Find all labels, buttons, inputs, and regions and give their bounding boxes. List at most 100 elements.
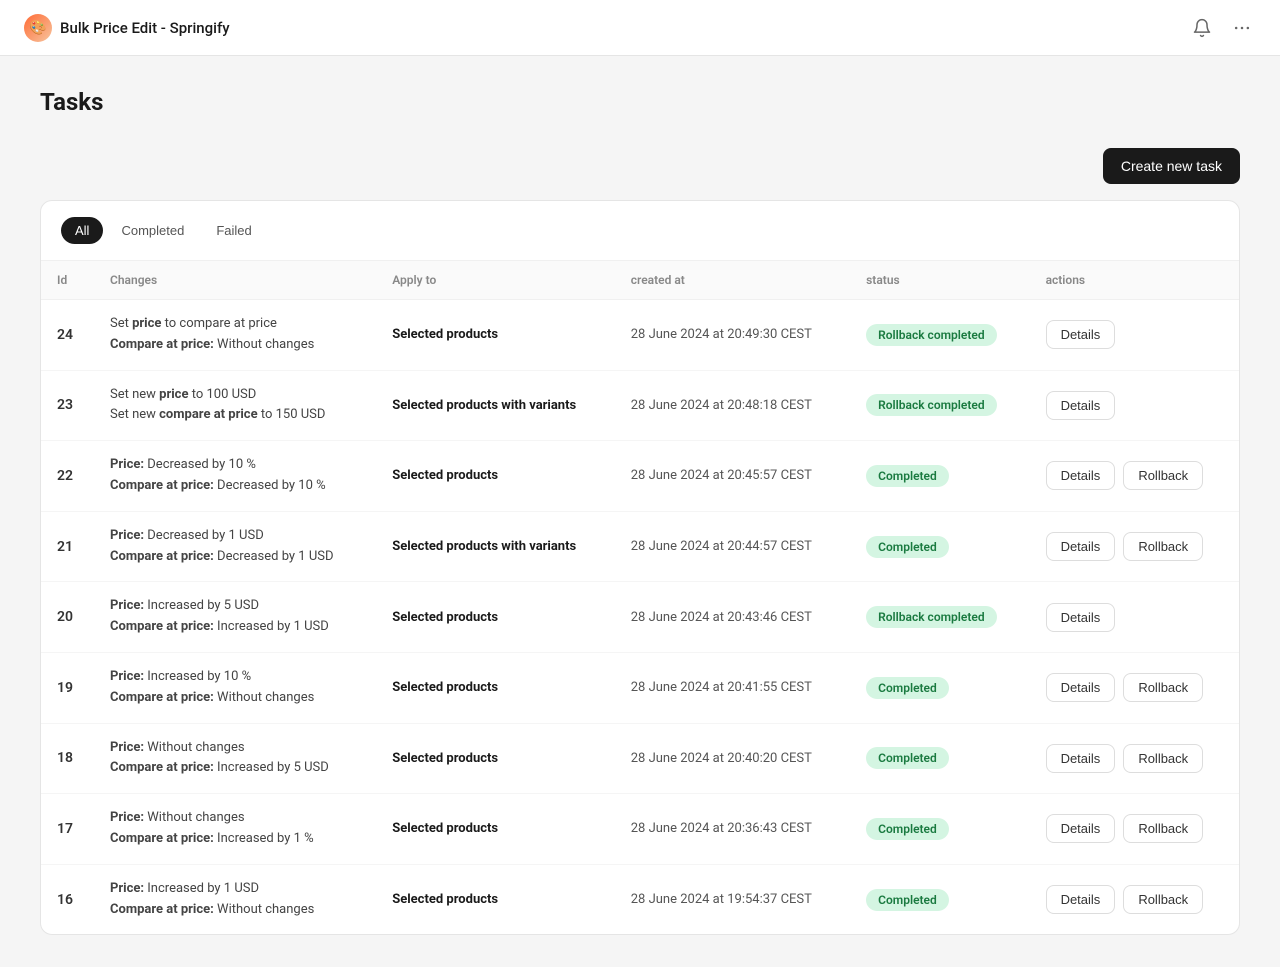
task-changes: Set new price to 100 USDSet new compare … xyxy=(94,370,376,441)
task-apply-to: Selected products with variants xyxy=(376,511,615,582)
task-id: 19 xyxy=(41,652,94,723)
task-created-at: 28 June 2024 at 20:36:43 CEST xyxy=(615,794,850,865)
task-actions: Details xyxy=(1030,370,1239,441)
task-actions: DetailsRollback xyxy=(1030,864,1239,934)
table-row: 20Price: Increased by 5 USDCompare at pr… xyxy=(41,582,1239,653)
task-actions: DetailsRollback xyxy=(1030,794,1239,865)
task-actions: DetailsRollback xyxy=(1030,441,1239,512)
col-changes: Changes xyxy=(94,261,376,300)
details-button[interactable]: Details xyxy=(1046,673,1116,702)
rollback-button[interactable]: Rollback xyxy=(1123,673,1203,702)
tab-failed[interactable]: Failed xyxy=(202,217,265,244)
tab-all[interactable]: All xyxy=(61,217,103,244)
details-button[interactable]: Details xyxy=(1046,461,1116,490)
details-button[interactable]: Details xyxy=(1046,603,1116,632)
task-actions: Details xyxy=(1030,300,1239,371)
create-task-button[interactable]: Create new task xyxy=(1103,148,1240,184)
col-status: status xyxy=(850,261,1029,300)
task-status: Completed xyxy=(850,652,1029,723)
task-created-at: 28 June 2024 at 20:44:57 CEST xyxy=(615,511,850,582)
col-actions: actions xyxy=(1030,261,1239,300)
task-changes: Price: Increased by 5 USDCompare at pric… xyxy=(94,582,376,653)
status-badge: Completed xyxy=(866,889,949,911)
rollback-button[interactable]: Rollback xyxy=(1123,461,1203,490)
details-button[interactable]: Details xyxy=(1046,320,1116,349)
more-options-button[interactable] xyxy=(1228,14,1256,42)
table-row: 21Price: Decreased by 1 USDCompare at pr… xyxy=(41,511,1239,582)
status-badge: Rollback completed xyxy=(866,606,996,628)
task-changes: Price: Decreased by 1 USDCompare at pric… xyxy=(94,511,376,582)
rollback-button[interactable]: Rollback xyxy=(1123,885,1203,914)
status-badge: Completed xyxy=(866,677,949,699)
details-button[interactable]: Details xyxy=(1046,391,1116,420)
task-status: Rollback completed xyxy=(850,370,1029,441)
task-created-at: 28 June 2024 at 20:48:18 CEST xyxy=(615,370,850,441)
task-actions: DetailsRollback xyxy=(1030,723,1239,794)
task-id: 18 xyxy=(41,723,94,794)
tasks-table: Id Changes Apply to created at status ac… xyxy=(41,261,1239,934)
details-button[interactable]: Details xyxy=(1046,532,1116,561)
header-right xyxy=(1188,14,1256,42)
task-apply-to: Selected products xyxy=(376,441,615,512)
task-created-at: 28 June 2024 at 20:40:20 CEST xyxy=(615,723,850,794)
task-id: 22 xyxy=(41,441,94,512)
app-logo: 🎨 xyxy=(24,14,52,42)
toolbar: Create new task xyxy=(40,148,1240,184)
details-button[interactable]: Details xyxy=(1046,885,1116,914)
rollback-button[interactable]: Rollback xyxy=(1123,744,1203,773)
task-changes: Price: Without changesCompare at price: … xyxy=(94,723,376,794)
task-id: 20 xyxy=(41,582,94,653)
task-actions: DetailsRollback xyxy=(1030,652,1239,723)
details-button[interactable]: Details xyxy=(1046,814,1116,843)
col-id: Id xyxy=(41,261,94,300)
header-left: 🎨 Bulk Price Edit - Springify xyxy=(24,14,230,42)
table-row: 18Price: Without changesCompare at price… xyxy=(41,723,1239,794)
task-apply-to: Selected products xyxy=(376,723,615,794)
status-badge: Rollback completed xyxy=(866,324,996,346)
task-status: Rollback completed xyxy=(850,582,1029,653)
task-apply-to: Selected products xyxy=(376,582,615,653)
task-apply-to: Selected products xyxy=(376,652,615,723)
task-created-at: 28 June 2024 at 20:41:55 CEST xyxy=(615,652,850,723)
col-created-at: created at xyxy=(615,261,850,300)
task-status: Completed xyxy=(850,441,1029,512)
main-content: Tasks Create new task All Completed Fail… xyxy=(0,56,1280,967)
task-id: 21 xyxy=(41,511,94,582)
task-apply-to: Selected products with variants xyxy=(376,370,615,441)
task-actions: DetailsRollback xyxy=(1030,511,1239,582)
task-changes: Price: Without changesCompare at price: … xyxy=(94,794,376,865)
task-id: 16 xyxy=(41,864,94,934)
task-apply-to: Selected products xyxy=(376,300,615,371)
app-title: Bulk Price Edit - Springify xyxy=(60,19,230,37)
page-title: Tasks xyxy=(40,88,1240,116)
notification-button[interactable] xyxy=(1188,14,1216,42)
task-id: 24 xyxy=(41,300,94,371)
task-apply-to: Selected products xyxy=(376,794,615,865)
status-badge: Rollback completed xyxy=(866,394,996,416)
tab-completed[interactable]: Completed xyxy=(107,217,198,244)
filter-tabs: All Completed Failed xyxy=(41,201,1239,261)
task-status: Completed xyxy=(850,723,1029,794)
task-created-at: 28 June 2024 at 19:54:37 CEST xyxy=(615,864,850,934)
details-button[interactable]: Details xyxy=(1046,744,1116,773)
task-actions: Details xyxy=(1030,582,1239,653)
task-changes: Price: Decreased by 10 %Compare at price… xyxy=(94,441,376,512)
table-row: 19Price: Increased by 10 %Compare at pri… xyxy=(41,652,1239,723)
task-created-at: 28 June 2024 at 20:45:57 CEST xyxy=(615,441,850,512)
rollback-button[interactable]: Rollback xyxy=(1123,532,1203,561)
tasks-card: All Completed Failed Id Changes Apply to… xyxy=(40,200,1240,935)
task-changes: Set price to compare at priceCompare at … xyxy=(94,300,376,371)
table-row: 16Price: Increased by 1 USDCompare at pr… xyxy=(41,864,1239,934)
table-row: 17Price: Without changesCompare at price… xyxy=(41,794,1239,865)
table-row: 23Set new price to 100 USDSet new compar… xyxy=(41,370,1239,441)
col-apply-to: Apply to xyxy=(376,261,615,300)
task-changes: Price: Increased by 1 USDCompare at pric… xyxy=(94,864,376,934)
app-header: 🎨 Bulk Price Edit - Springify xyxy=(0,0,1280,56)
task-status: Completed xyxy=(850,511,1029,582)
task-status: Rollback completed xyxy=(850,300,1029,371)
rollback-button[interactable]: Rollback xyxy=(1123,814,1203,843)
task-created-at: 28 June 2024 at 20:43:46 CEST xyxy=(615,582,850,653)
task-status: Completed xyxy=(850,794,1029,865)
table-row: 24Set price to compare at priceCompare a… xyxy=(41,300,1239,371)
task-status: Completed xyxy=(850,864,1029,934)
